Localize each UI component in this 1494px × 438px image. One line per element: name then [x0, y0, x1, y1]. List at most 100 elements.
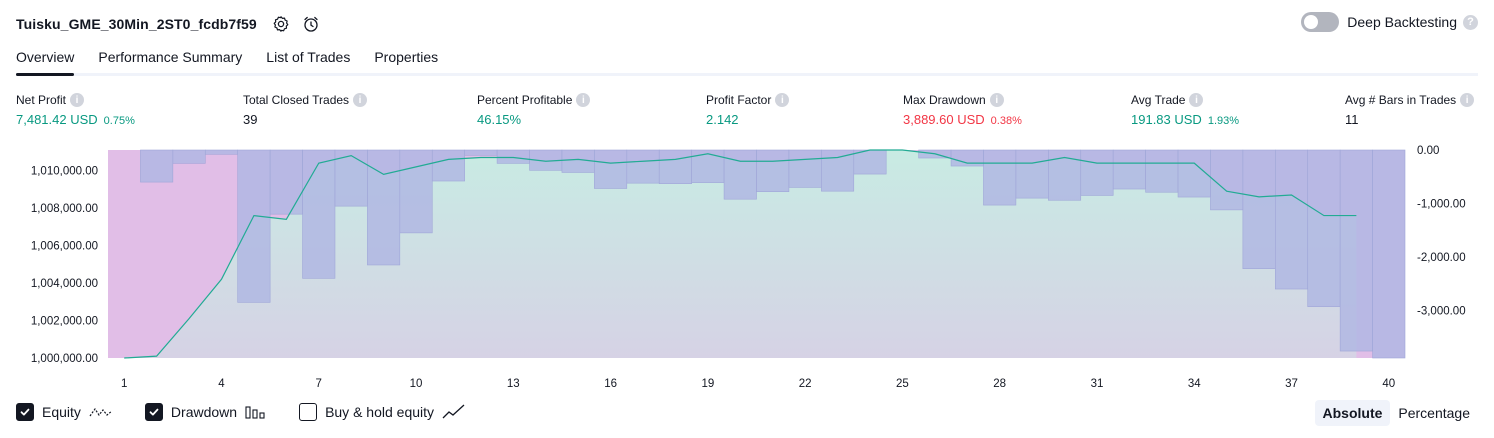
metric-percent: 1.93%	[1207, 115, 1240, 127]
info-icon[interactable]: i	[1460, 93, 1475, 107]
equity-drawdown-chart[interactable]: 1,000,000.00 1,002,000.00 1,004,000.00 1,00…	[0, 140, 1494, 396]
drawdown-bar	[853, 149, 887, 175]
absolute-button[interactable]: Absolute	[1314, 400, 1391, 426]
x-tick-label: 10	[410, 378, 423, 390]
legend-drawdown[interactable]: Drawdown	[144, 403, 267, 421]
y-right-tick-label: -3,000.00	[1417, 305, 1466, 317]
drawdown-bar	[723, 149, 757, 200]
info-icon[interactable]: i	[775, 93, 790, 107]
deep-backtesting: Deep Backtesting ?	[1301, 12, 1478, 32]
info-icon[interactable]: i	[1189, 93, 1204, 107]
strategy-title: Tuisku_GME_30Min_2ST0_fcdb7f59	[16, 16, 257, 32]
y-left-tick-label: 1,008,000.00	[31, 203, 98, 215]
drawdown-bar	[1112, 149, 1146, 190]
legend-equity[interactable]: Equity	[16, 403, 113, 421]
drawdown-bar	[1242, 149, 1276, 270]
x-tick-label: 28	[993, 378, 1006, 390]
settings-gear-icon[interactable]	[271, 14, 291, 34]
info-icon[interactable]: i	[353, 93, 368, 107]
info-icon[interactable]: i	[989, 93, 1004, 107]
metric-label: Total Closed Trades	[243, 93, 350, 107]
y-right-tick-label: 0.00	[1417, 145, 1439, 157]
drawdown-bar	[983, 149, 1017, 206]
buy-hold-checkbox[interactable]	[299, 403, 318, 421]
y-right-tick-label: -1,000.00	[1417, 198, 1466, 210]
equity-line-icon	[89, 404, 113, 420]
tab-performance-summary[interactable]: Performance Summary	[98, 44, 242, 73]
drawdown-bar	[1372, 149, 1406, 359]
drawdown-bar	[658, 149, 692, 184]
x-tick-label: 25	[896, 378, 909, 390]
chart-legend: Equity Drawdown Buy & hold equity	[16, 403, 498, 421]
x-tick-label: 4	[218, 378, 225, 390]
drawdown-bar	[788, 149, 822, 188]
drawdown-bar	[431, 149, 465, 182]
drawdown-bar	[821, 149, 855, 192]
drawdown-bars-icon	[245, 404, 267, 420]
drawdown-bar	[1210, 149, 1244, 211]
drawdown-bar	[1339, 149, 1373, 352]
y-right-tick-label: -2,000.00	[1417, 252, 1466, 264]
drawdown-bar	[691, 149, 725, 183]
y-left-tick-label: 1,002,000.00	[31, 316, 98, 328]
x-tick-label: 40	[1382, 378, 1395, 390]
tab-overview[interactable]: Overview	[16, 44, 75, 76]
help-icon[interactable]: ?	[1463, 14, 1478, 30]
legend-buy-hold-equity[interactable]: Buy & hold equity	[299, 403, 466, 421]
legend-label: Buy & hold equity	[325, 404, 435, 420]
metric-max-drawdown: Max Drawdown i 3,889.60 USD 0.38%	[903, 93, 1022, 127]
tab-properties[interactable]: Properties	[374, 44, 438, 73]
metric-value: 39	[243, 112, 258, 127]
drawdown-bar	[1015, 149, 1049, 199]
buy-hold-line-icon	[442, 404, 466, 420]
x-tick-label: 1	[121, 378, 127, 390]
tab-list-of-trades[interactable]: List of Trades	[266, 44, 350, 73]
metric-value: 11	[1345, 112, 1359, 127]
x-tick-label: 22	[799, 378, 812, 390]
metric-value: 7,481.42 USD	[16, 112, 98, 127]
metric-profit-factor: Profit Factor i 2.142	[706, 93, 790, 127]
drawdown-bar	[269, 149, 303, 215]
drawdown-bar	[204, 149, 238, 155]
equity-checkbox[interactable]	[16, 403, 34, 421]
metric-label: Max Drawdown	[903, 93, 986, 107]
metric-value: 46.15%	[477, 112, 522, 127]
drawdown-bar	[1080, 149, 1114, 196]
y-left-tick-label: 1,010,000.00	[31, 166, 98, 178]
drawdown-bar	[1145, 149, 1179, 193]
drawdown-bar	[594, 149, 628, 189]
drawdown-bar	[626, 149, 660, 184]
metric-label: Percent Profitable	[477, 93, 573, 107]
percentage-button[interactable]: Percentage	[1390, 400, 1478, 426]
y-left-tick-label: 1,006,000.00	[31, 241, 98, 253]
strategy-header: Tuisku_GME_30Min_2ST0_fcdb7f59	[16, 10, 321, 38]
metric-value: 191.83 USD	[1131, 112, 1202, 127]
metric-avg-trade: Avg Trade i 191.83 USD 1.93%	[1131, 93, 1239, 127]
drawdown-bar	[172, 149, 206, 164]
x-tick-label: 37	[1285, 378, 1298, 390]
value-mode-switch: Absolute Percentage	[1314, 400, 1479, 426]
deep-backtesting-toggle[interactable]	[1301, 12, 1340, 32]
drawdown-checkbox[interactable]	[144, 403, 163, 421]
add-alert-clock-icon[interactable]	[301, 14, 321, 34]
x-tick-label: 31	[1091, 378, 1104, 390]
drawdown-bar	[302, 149, 336, 279]
x-tick-label: 34	[1188, 378, 1201, 390]
metric-value: 3,889.60 USD	[903, 112, 985, 127]
x-tick-label: 16	[604, 378, 617, 390]
legend-label: Equity	[42, 404, 81, 420]
drawdown-bar	[399, 149, 433, 234]
x-tick-label: 19	[701, 378, 714, 390]
deep-backtesting-label: Deep Backtesting	[1347, 14, 1457, 30]
metric-percent: 0.75%	[103, 115, 135, 127]
metric-label: Net Profit	[16, 93, 67, 107]
metric-label: Avg Trade	[1131, 93, 1186, 107]
metric-percent-profitable: Percent Profitable i 46.15%	[477, 93, 591, 127]
info-icon[interactable]: i	[576, 93, 591, 107]
legend-label: Drawdown	[170, 404, 238, 420]
drawdown-bar	[140, 149, 174, 183]
drawdown-bar	[756, 149, 790, 193]
info-icon[interactable]: i	[70, 93, 85, 107]
metric-value: 2.142	[706, 112, 739, 127]
x-tick-label: 13	[507, 378, 520, 390]
